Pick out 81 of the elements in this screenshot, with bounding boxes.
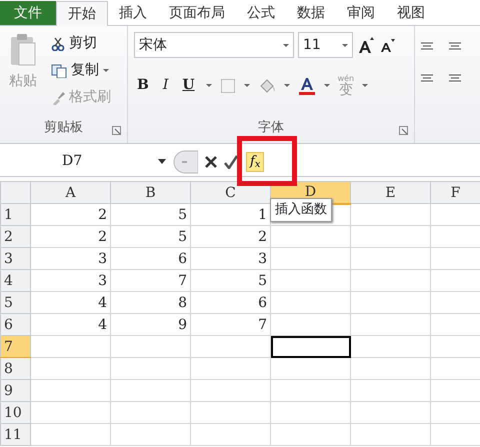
table-cell: 7 [110,270,190,292]
align-middle-icon [449,42,461,50]
ribbon-tab[interactable]: 页面布局 [158,1,236,25]
caret-icon [206,84,212,87]
file-tab[interactable]: 文件 [0,1,56,25]
row-header[interactable]: 7 [0,336,30,358]
fill-bucket-icon [258,76,276,94]
row-header[interactable]: 4 [0,270,30,292]
active-cell[interactable] [270,336,350,358]
table-cell: 5 [190,270,270,292]
row-header[interactable]: 1 [0,204,30,226]
align-top-icon [421,42,433,50]
font-size-field[interactable]: 11 [298,32,353,58]
caret-icon [362,84,368,87]
bold-button[interactable]: B [134,74,152,97]
table-cell: 9 [110,314,190,336]
table-cell: 3 [30,270,110,292]
underline-button[interactable]: U [179,74,198,97]
splitter-handle-icon [172,150,198,174]
row-header[interactable]: 2 [0,226,30,248]
row-header[interactable]: 6 [0,314,30,336]
table-cell: 2 [30,226,110,248]
grow-font-icon [357,36,375,54]
column-header[interactable]: F [430,182,480,204]
row-header[interactable]: 11 [0,424,30,446]
ribbon-tab[interactable]: 数据 [286,1,336,25]
ribbon-tab[interactable]: 开始 [56,1,108,26]
shrink-font-icon [379,37,395,53]
caret-icon [283,44,289,46]
table-cell: 3 [30,248,110,270]
table-cell: 2 [30,204,110,226]
scissors-icon [51,36,65,50]
caret-icon [244,84,250,87]
row-header[interactable]: 8 [0,358,30,380]
table-cell: 6 [190,292,270,314]
align-center-icon [449,74,461,82]
ribbon-tab[interactable]: 公式 [236,1,286,25]
table-cell: 7 [190,314,270,336]
table-cell: 4 [30,292,110,314]
insert-function-button[interactable]: f$_{x}$ [246,152,264,172]
table-cell: 2 [190,226,270,248]
table-cell: 3 [190,248,270,270]
clipboard-icon [9,33,37,67]
dialog-launcher-icon [399,126,408,135]
table-cell: 5 [110,226,190,248]
brush-icon [51,90,65,104]
caret-icon [342,44,348,46]
table-cell: 6 [110,248,190,270]
copy-icon [51,64,67,78]
ribbon-tab[interactable]: 插入 [108,1,158,25]
dialog-launcher-icon [112,126,121,135]
ribbon-tab[interactable]: 视图 [386,1,436,25]
font-color-icon [298,76,316,94]
caret-icon [324,84,330,87]
caret-icon [158,159,166,164]
row-header[interactable]: 9 [0,380,30,402]
column-header[interactable]: B [110,182,190,204]
align-left-icon [421,74,433,82]
cancel-icon [204,154,218,168]
row-header[interactable]: 10 [0,402,30,424]
group-label: 剪贴板 [43,121,84,134]
table-cell: 5 [110,204,190,226]
ribbon-tab[interactable]: 审阅 [336,1,386,25]
table-cell: 8 [110,292,190,314]
border-icon [220,78,236,94]
name-box[interactable]: D7 [0,148,172,174]
cut-button[interactable]: 剪切 [48,32,114,55]
tooltip: 插入函数 [270,198,332,222]
phonetic-guide-icon: wén 变 [338,74,354,96]
column-header[interactable]: A [30,182,110,204]
row-header[interactable]: 3 [0,248,30,270]
group-label: 字体 [257,121,285,134]
row-header[interactable]: 5 [0,292,30,314]
caret-icon [284,84,290,87]
copy-button[interactable]: 复制 [48,59,114,82]
italic-button[interactable]: I [160,74,172,97]
column-header[interactable]: E [350,182,430,204]
table-cell: 4 [30,314,110,336]
check-icon [224,154,238,168]
caret-icon [103,69,109,72]
font-name-field[interactable]: 宋体 [134,32,294,58]
